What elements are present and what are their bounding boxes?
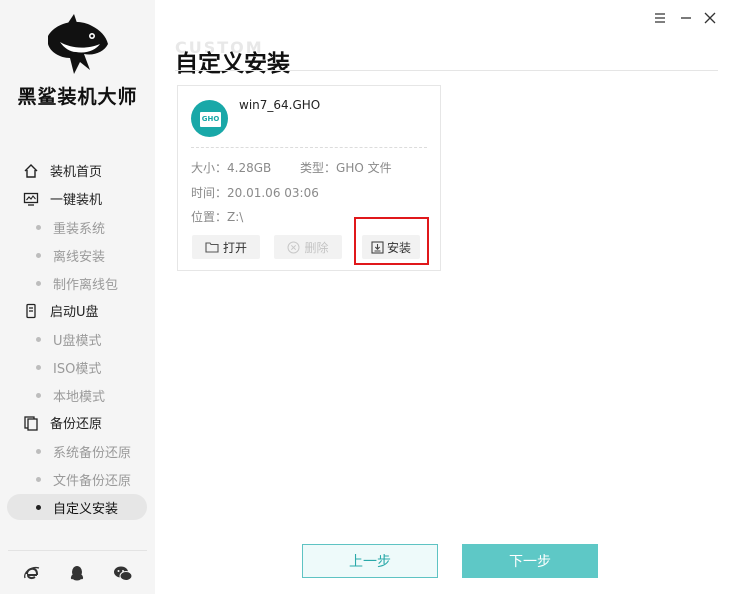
nav-item-label: 文件备份还原	[53, 474, 132, 489]
nav-home-label: 装机首页	[50, 165, 103, 180]
file-type: 类型：GHO 文件	[300, 159, 392, 176]
wechat-icon[interactable]	[113, 564, 133, 584]
bullet-icon	[36, 365, 41, 370]
qq-icon[interactable]	[67, 564, 87, 584]
file-location-value: Z:\	[227, 210, 244, 224]
nav-item-label: 重装系统	[53, 222, 106, 237]
file-size: 大小：4.28GB	[191, 159, 271, 176]
sidebar-divider	[8, 550, 147, 551]
home-icon	[22, 162, 40, 180]
file-location: 位置：Z:\	[191, 208, 243, 225]
gho-file-icon: GHO	[191, 100, 228, 137]
nav-backup-restore[interactable]: 备份还原	[22, 413, 102, 432]
nav-item-iso-mode[interactable]: ISO模式	[36, 358, 101, 377]
file-location-label: 位置：	[191, 210, 228, 224]
nav-item-label: U盘模式	[53, 334, 102, 349]
monitor-icon	[22, 190, 40, 208]
usb-icon	[22, 302, 40, 320]
backup-icon	[22, 414, 40, 432]
install-highlight-box	[354, 217, 429, 265]
nav-item-label: 制作离线包	[53, 278, 119, 293]
title-divider	[175, 70, 718, 71]
file-time-value: 20.01.06 03:06	[227, 186, 319, 200]
file-type-value: GHO 文件	[336, 161, 392, 175]
file-name: win7_64.GHO	[239, 98, 321, 112]
brand-name: 黑鲨装机大师	[17, 86, 138, 108]
nav-item-file-backup[interactable]: 文件备份还原	[36, 470, 131, 489]
card-divider	[191, 147, 427, 148]
file-size-value: 4.28GB	[227, 161, 272, 175]
ie-browser-icon[interactable]	[22, 564, 42, 584]
nav-boot-usb-label: 启动U盘	[50, 305, 99, 320]
nav-item-label: 自定义安装	[53, 501, 119, 517]
delete-button[interactable]: 删除	[274, 235, 342, 259]
nav-item-offline-install[interactable]: 离线安装	[36, 246, 105, 265]
nav-item-usb-mode[interactable]: U盘模式	[36, 330, 102, 349]
bullet-icon	[36, 449, 41, 454]
bullet-icon	[36, 477, 41, 482]
gho-badge-text: GHO	[200, 112, 221, 127]
nav-home[interactable]: 装机首页	[22, 161, 102, 180]
nav-item-label: 本地模式	[53, 390, 106, 405]
nav-one-click-install-label: 一键装机	[50, 193, 103, 208]
bullet-icon	[36, 393, 41, 398]
nav-item-local-mode[interactable]: 本地模式	[36, 386, 105, 405]
nav-item-label: 离线安装	[53, 250, 106, 265]
file-time-label: 时间：	[191, 186, 228, 200]
bullet-icon	[36, 337, 41, 342]
nav-item-make-offline-package[interactable]: 制作离线包	[36, 274, 118, 293]
sidebar: 黑鲨装机大师 装机首页 一键装机 重装系统 离线安装 制作离线包 启动U盘 U盘…	[0, 0, 155, 594]
delete-circle-icon	[287, 241, 300, 254]
bullet-icon	[36, 225, 41, 230]
bullet-icon	[36, 504, 41, 510]
folder-icon	[205, 241, 219, 253]
open-button[interactable]: 打开	[192, 235, 260, 259]
file-type-label: 类型：	[300, 161, 337, 175]
bullet-icon	[36, 281, 41, 286]
nav-item-custom-install[interactable]: 自定义安装	[36, 494, 118, 520]
nav-item-label: ISO模式	[53, 362, 102, 377]
file-size-label: 大小：	[191, 161, 228, 175]
menu-icon[interactable]	[652, 10, 668, 26]
nav-item-label: 系统备份还原	[53, 446, 132, 461]
nav-item-reinstall-system[interactable]: 重装系统	[36, 218, 105, 237]
prev-step-button[interactable]: 上一步	[302, 544, 438, 578]
bullet-icon	[36, 253, 41, 258]
nav-boot-usb[interactable]: 启动U盘	[22, 301, 99, 320]
nav-backup-restore-label: 备份还原	[50, 417, 103, 432]
file-time: 时间：20.01.06 03:06	[191, 184, 319, 201]
next-step-button[interactable]: 下一步	[462, 544, 598, 578]
minimize-icon[interactable]	[678, 10, 694, 26]
nav-item-system-backup[interactable]: 系统备份还原	[36, 442, 131, 461]
open-button-label: 打开	[222, 240, 247, 255]
nav-one-click-install[interactable]: 一键装机	[22, 189, 102, 208]
delete-button-label: 删除	[304, 240, 329, 255]
page-title: 自定义安装	[175, 51, 290, 77]
close-icon[interactable]	[702, 10, 718, 26]
